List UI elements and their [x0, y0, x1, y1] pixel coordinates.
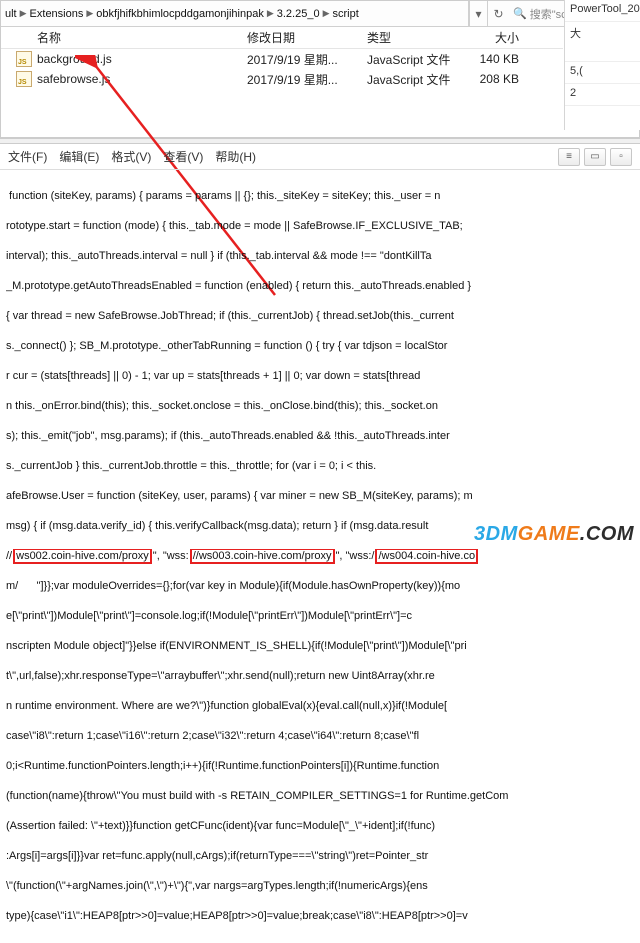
- chevron-right-icon: ▶: [20, 8, 27, 19]
- file-size: 140 KB: [467, 52, 527, 66]
- js-file-icon: [16, 51, 32, 67]
- col-header-size[interactable]: 大小: [467, 29, 527, 46]
- code-line: r cur = (stats[threads] || 0) - 1; var u…: [6, 369, 634, 384]
- code-line: interval); this._autoThreads.interval = …: [6, 249, 634, 264]
- code-line: s._currentJob } this._currentJob.throttl…: [6, 459, 634, 474]
- code-line-highlighted: //ws002.coin-hive.com/proxy", "wss://ws0…: [6, 549, 634, 564]
- menu-edit[interactable]: 编辑(E): [59, 148, 99, 165]
- code-line: \"(function(\"+argNames.join(\",\")+\"){…: [6, 879, 634, 894]
- path-seg: obkfjhifkbhimlocpddgamonjihinpak: [96, 8, 264, 20]
- code-line: :Args[i]=args[i]}}var ret=func.apply(nul…: [6, 849, 634, 864]
- file-date: 2017/9/19 星期...: [247, 51, 367, 68]
- code-line: msg) { if (msg.data.verify_id) { this.ve…: [6, 519, 634, 534]
- path-seg: script: [333, 8, 359, 20]
- highlight-box: //ws003.coin-hive.com/proxy: [190, 549, 335, 564]
- menu-file[interactable]: 文件(F): [8, 148, 47, 165]
- code-line: 0;i<Runtime.functionPointers.length;i++)…: [6, 759, 634, 774]
- code-line: s); this._emit("job", msg.params); if (t…: [6, 429, 634, 444]
- chevron-right-icon: ▶: [86, 8, 93, 19]
- code-line: function (siteKey, params) { params = pa…: [6, 189, 634, 204]
- code-line: e[\"print\"])Module[\"print\"]=console.l…: [6, 609, 634, 624]
- code-line: n this._onError.bind(this); this._socket…: [6, 399, 634, 414]
- code-line: { var thread = new SafeBrowse.JobThread;…: [6, 309, 634, 324]
- file-row[interactable]: background.js 2017/9/19 星期... JavaScript…: [1, 49, 563, 69]
- file-type: JavaScript 文件: [367, 51, 467, 68]
- file-row[interactable]: safebrowse.js 2017/9/19 星期... JavaScript…: [1, 69, 563, 89]
- col-header-date[interactable]: 修改日期: [247, 29, 367, 46]
- code-line: (function(name){throw\"You must build wi…: [6, 789, 634, 804]
- toolbar-button[interactable]: ≡: [558, 148, 580, 166]
- col-header-name[interactable]: 名称: [37, 29, 247, 46]
- menu-help[interactable]: 帮助(H): [215, 148, 256, 165]
- editor-menu-bar: 文件(F) 编辑(E) 格式(V) 查看(V) 帮助(H) ≡ ▭ ▫: [0, 144, 640, 170]
- file-name: safebrowse.js: [37, 72, 247, 86]
- address-bar: ult▶ Extensions▶ obkfjhifkbhimlocpddgamo…: [1, 1, 639, 27]
- path-seg: 3.2.25_0: [277, 8, 320, 20]
- code-line: type){case\"i1\":HEAP8[ptr>>0]=value;HEA…: [6, 909, 634, 924]
- path-seg: ult: [5, 8, 17, 20]
- col-header-type[interactable]: 类型: [367, 29, 467, 46]
- side-tab[interactable]: PowerTool_2016: [565, 0, 640, 22]
- menu-format[interactable]: 格式(V): [111, 148, 151, 165]
- file-size: 208 KB: [467, 72, 527, 86]
- refresh-button[interactable]: ↻: [487, 1, 509, 26]
- chevron-right-icon: ▶: [267, 8, 274, 19]
- code-line: nscripten Module object]"}}else if(ENVIR…: [6, 639, 634, 654]
- file-date: 2017/9/19 星期...: [247, 71, 367, 88]
- code-line: afeBrowse.User = function (siteKey, user…: [6, 489, 634, 504]
- search-icon: 🔍: [513, 7, 527, 20]
- side-panel: PowerTool_2016 大 5,( 2: [564, 0, 640, 130]
- highlight-box: /ws004.coin-hive.co: [375, 549, 478, 564]
- file-list-header: 名称 修改日期 类型 大小: [1, 27, 563, 49]
- side-tab[interactable]: 大: [565, 22, 640, 62]
- js-file-icon: [16, 71, 32, 87]
- code-line: case\"i8\":return 1;case\"i16\":return 2…: [6, 729, 634, 744]
- code-line: n runtime environment. Where are we?\")}…: [6, 699, 634, 714]
- toolbar-button[interactable]: ▫: [610, 148, 632, 166]
- code-line: (Assertion failed: \"+text)}}function ge…: [6, 819, 634, 834]
- file-list-pane: 名称 修改日期 类型 大小 background.js 2017/9/19 星期…: [1, 27, 563, 137]
- side-tab[interactable]: 2: [565, 84, 640, 106]
- code-line: _M.prototype.getAutoThreadsEnabled = fun…: [6, 279, 634, 294]
- chevron-right-icon: ▶: [323, 8, 330, 19]
- code-editor[interactable]: function (siteKey, params) { params = pa…: [0, 170, 640, 943]
- toolbar-button[interactable]: ▭: [584, 148, 606, 166]
- code-line: s._connect() }; SB_M.prototype._otherTab…: [6, 339, 634, 354]
- highlight-box: ws002.coin-hive.com/proxy: [13, 549, 152, 564]
- code-line: m/ "]}};var moduleOverrides={};for(var k…: [6, 579, 634, 594]
- code-line: t\",url,false);xhr.responseType=\"arrayb…: [6, 669, 634, 684]
- menu-view[interactable]: 查看(V): [163, 148, 203, 165]
- dropdown-history-button[interactable]: ▾: [469, 1, 487, 26]
- side-tab[interactable]: 5,(: [565, 62, 640, 84]
- path-breadcrumb[interactable]: ult▶ Extensions▶ obkfjhifkbhimlocpddgamo…: [1, 1, 469, 26]
- path-seg: Extensions: [30, 8, 84, 20]
- code-line: rototype.start = function (mode) { this.…: [6, 219, 634, 234]
- file-type: JavaScript 文件: [367, 71, 467, 88]
- file-name: background.js: [37, 52, 247, 66]
